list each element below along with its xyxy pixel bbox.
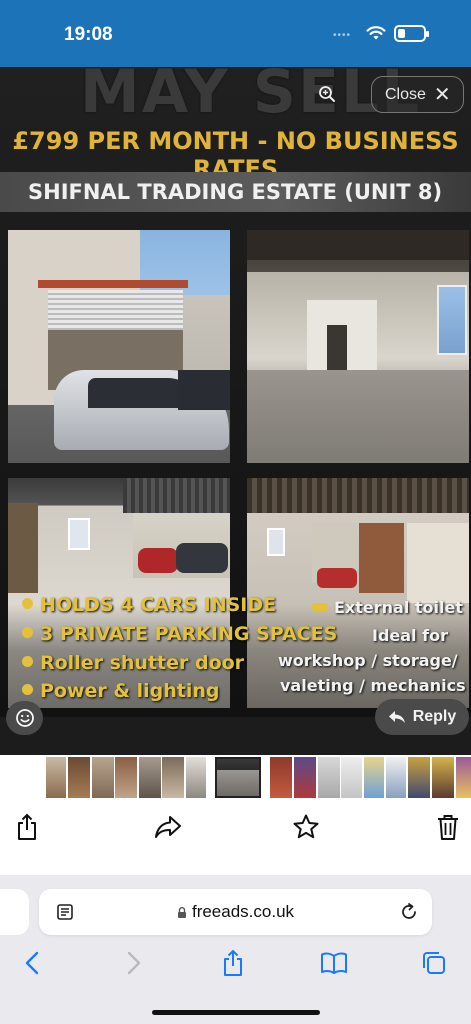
share-page-button[interactable] (219, 949, 247, 977)
zoom-icon[interactable] (318, 85, 336, 103)
thumbnail[interactable] (115, 757, 137, 798)
home-indicator (152, 1010, 320, 1015)
forward-nav-icon (127, 951, 141, 975)
feature-item: HOLDS 4 CARS INSIDE (22, 594, 276, 616)
thumbnail[interactable] (186, 757, 206, 798)
battery-icon (394, 25, 429, 42)
reply-button[interactable]: Reply (375, 699, 469, 735)
signal-dots-icon: •••• (333, 30, 352, 41)
forward-icon (155, 816, 181, 838)
forward-nav-button[interactable] (120, 949, 148, 977)
reply-arrow-icon (388, 711, 405, 723)
feature-right-item: valeting / mechanics (280, 676, 466, 695)
back-icon (25, 951, 39, 975)
emoji-react-button[interactable] (6, 701, 43, 735)
forward-button[interactable] (152, 812, 184, 842)
star-icon (293, 814, 319, 839)
close-label: Close (385, 85, 426, 103)
previous-tab-peek[interactable] (0, 889, 29, 935)
thumbnail[interactable] (139, 757, 161, 798)
thumbnail[interactable] (92, 757, 114, 798)
feature-right-item: workshop / storage/ (278, 651, 458, 670)
back-button[interactable] (18, 949, 46, 977)
thumbnail[interactable] (364, 757, 384, 798)
share-button[interactable] (11, 812, 43, 842)
feature-right-item: Ideal for (372, 626, 448, 645)
feature-item: 3 PRIVATE PARKING SPACES (22, 623, 337, 645)
thumbnail[interactable] (270, 757, 292, 798)
reply-label: Reply (412, 708, 457, 725)
url-text: freeads.co.uk (191, 902, 295, 921)
feature-item: Power & lighting (22, 680, 219, 702)
thumbnail[interactable] (46, 757, 66, 798)
photo-toolbar (0, 800, 471, 882)
share-page-icon (224, 949, 242, 976)
feature-item: Roller shutter door (22, 652, 244, 674)
image-viewer[interactable]: MAY SELL £799 PER MONTH - NO BUSINESS RA… (0, 67, 471, 755)
close-icon: ✕ (433, 83, 451, 106)
ad-location: SHIFNAL TRADING ESTATE (UNIT 8) (28, 180, 443, 204)
thumbnail[interactable] (408, 757, 430, 798)
wifi-icon (366, 26, 386, 40)
delete-button[interactable] (432, 812, 464, 842)
photo-interior-3 (247, 478, 469, 708)
thumbnail[interactable] (294, 757, 316, 798)
tabs-icon (423, 952, 445, 974)
emoji-icon (15, 709, 34, 727)
lock-icon (177, 907, 186, 918)
advert-image: MAY SELL £799 PER MONTH - NO BUSINESS RA… (0, 67, 471, 717)
thumbnail[interactable] (162, 757, 184, 798)
share-icon (18, 813, 36, 840)
thumbnail-selected[interactable] (215, 757, 261, 798)
status-time: 19:08 (64, 24, 113, 45)
browser-bar: freeads.co.uk (0, 875, 471, 1024)
thumbnail[interactable] (386, 757, 406, 798)
address-bar[interactable]: freeads.co.uk (39, 889, 432, 935)
thumbnail[interactable] (341, 757, 362, 798)
photo-exterior (8, 230, 230, 463)
url-display: freeads.co.uk (39, 902, 432, 922)
thumbnail[interactable] (68, 757, 90, 798)
photo-interior-1 (247, 230, 469, 463)
trash-icon (438, 815, 458, 840)
ad-location-band: SHIFNAL TRADING ESTATE (UNIT 8) (0, 172, 471, 212)
thumbnail[interactable] (318, 757, 340, 798)
bookmarks-icon (321, 952, 347, 974)
tabs-button[interactable] (420, 949, 448, 977)
bookmarks-button[interactable] (320, 949, 348, 977)
star-button[interactable] (290, 812, 322, 842)
thumbnail-strip[interactable] (0, 755, 471, 800)
feature-right-item: External toilet (312, 598, 463, 617)
thumbnail[interactable] (432, 757, 454, 798)
reload-icon[interactable] (399, 902, 419, 922)
status-bar: 19:08 •••• (0, 0, 471, 67)
close-button[interactable]: Close ✕ (371, 76, 464, 113)
thumbnail[interactable] (456, 757, 471, 798)
